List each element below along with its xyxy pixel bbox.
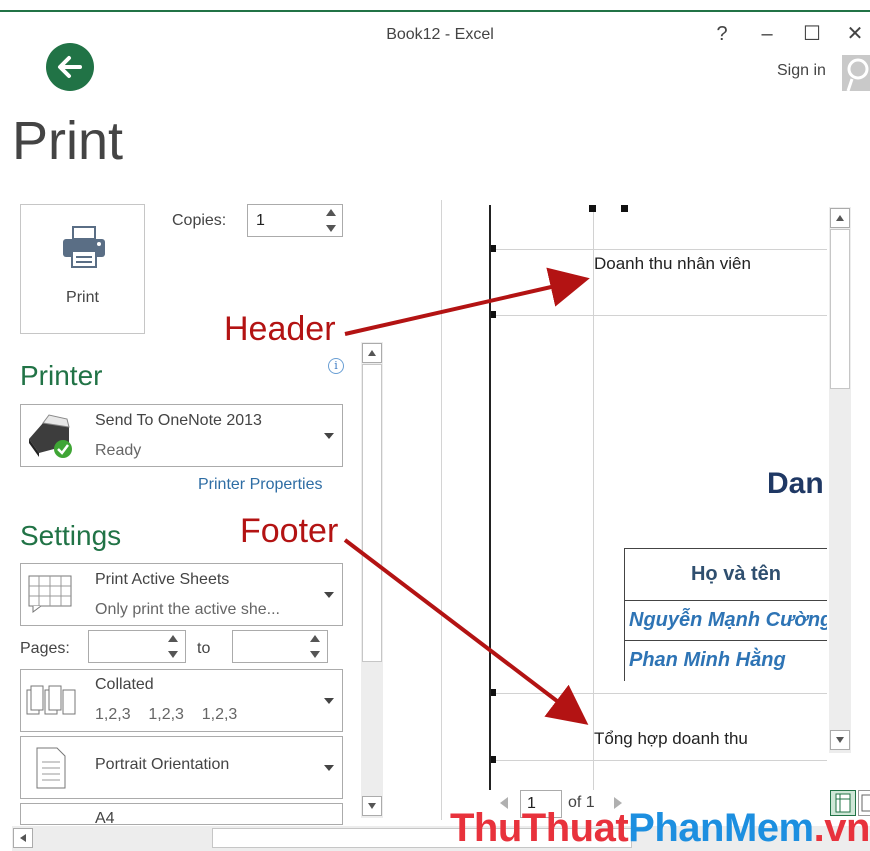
- header-arrow: [344, 267, 590, 336]
- header-annotation-label: Header: [224, 310, 336, 348]
- footer-arrow: [343, 538, 589, 725]
- annotation-arrows: [343, 267, 590, 725]
- scroll-left-button[interactable]: [13, 828, 33, 848]
- watermark-logo: ThuThuatPhanMem.vn: [450, 806, 870, 850]
- footer-annotation-label: Footer: [240, 512, 339, 550]
